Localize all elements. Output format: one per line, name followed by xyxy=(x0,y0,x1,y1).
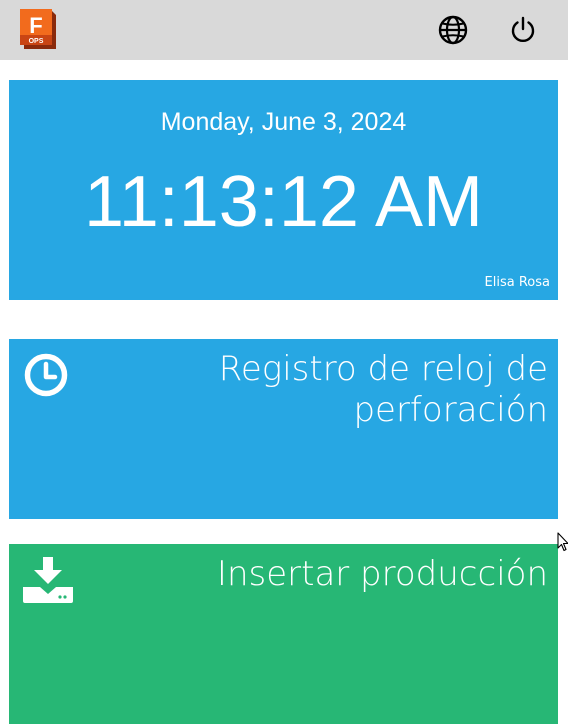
punch-clock-label: Registro de reloj de perforación xyxy=(218,349,548,430)
clock-icon xyxy=(23,352,69,403)
download-icon xyxy=(23,557,73,608)
punch-clock-tile[interactable]: Registro de reloj de perforación xyxy=(9,339,558,519)
language-button[interactable] xyxy=(437,14,469,46)
user-name: Elisa Rosa xyxy=(484,275,550,290)
current-time: 11:13:12 AM xyxy=(84,162,483,242)
insert-production-label: Insertar producción xyxy=(216,554,548,594)
app-logo-icon: F OPS xyxy=(18,9,58,51)
clock-card: Monday, June 3, 2024 11:13:12 AM Elisa R… xyxy=(9,80,558,300)
logo-letter: F xyxy=(29,13,42,38)
current-date: Monday, June 3, 2024 xyxy=(160,108,407,136)
top-bar: F OPS xyxy=(0,0,568,60)
insert-production-tile[interactable]: Insertar producción xyxy=(9,544,558,724)
globe-icon xyxy=(438,15,468,45)
logo-badge: OPS xyxy=(29,38,44,45)
power-icon xyxy=(511,16,535,43)
logout-button[interactable] xyxy=(507,14,539,46)
mouse-cursor-icon xyxy=(557,532,568,557)
